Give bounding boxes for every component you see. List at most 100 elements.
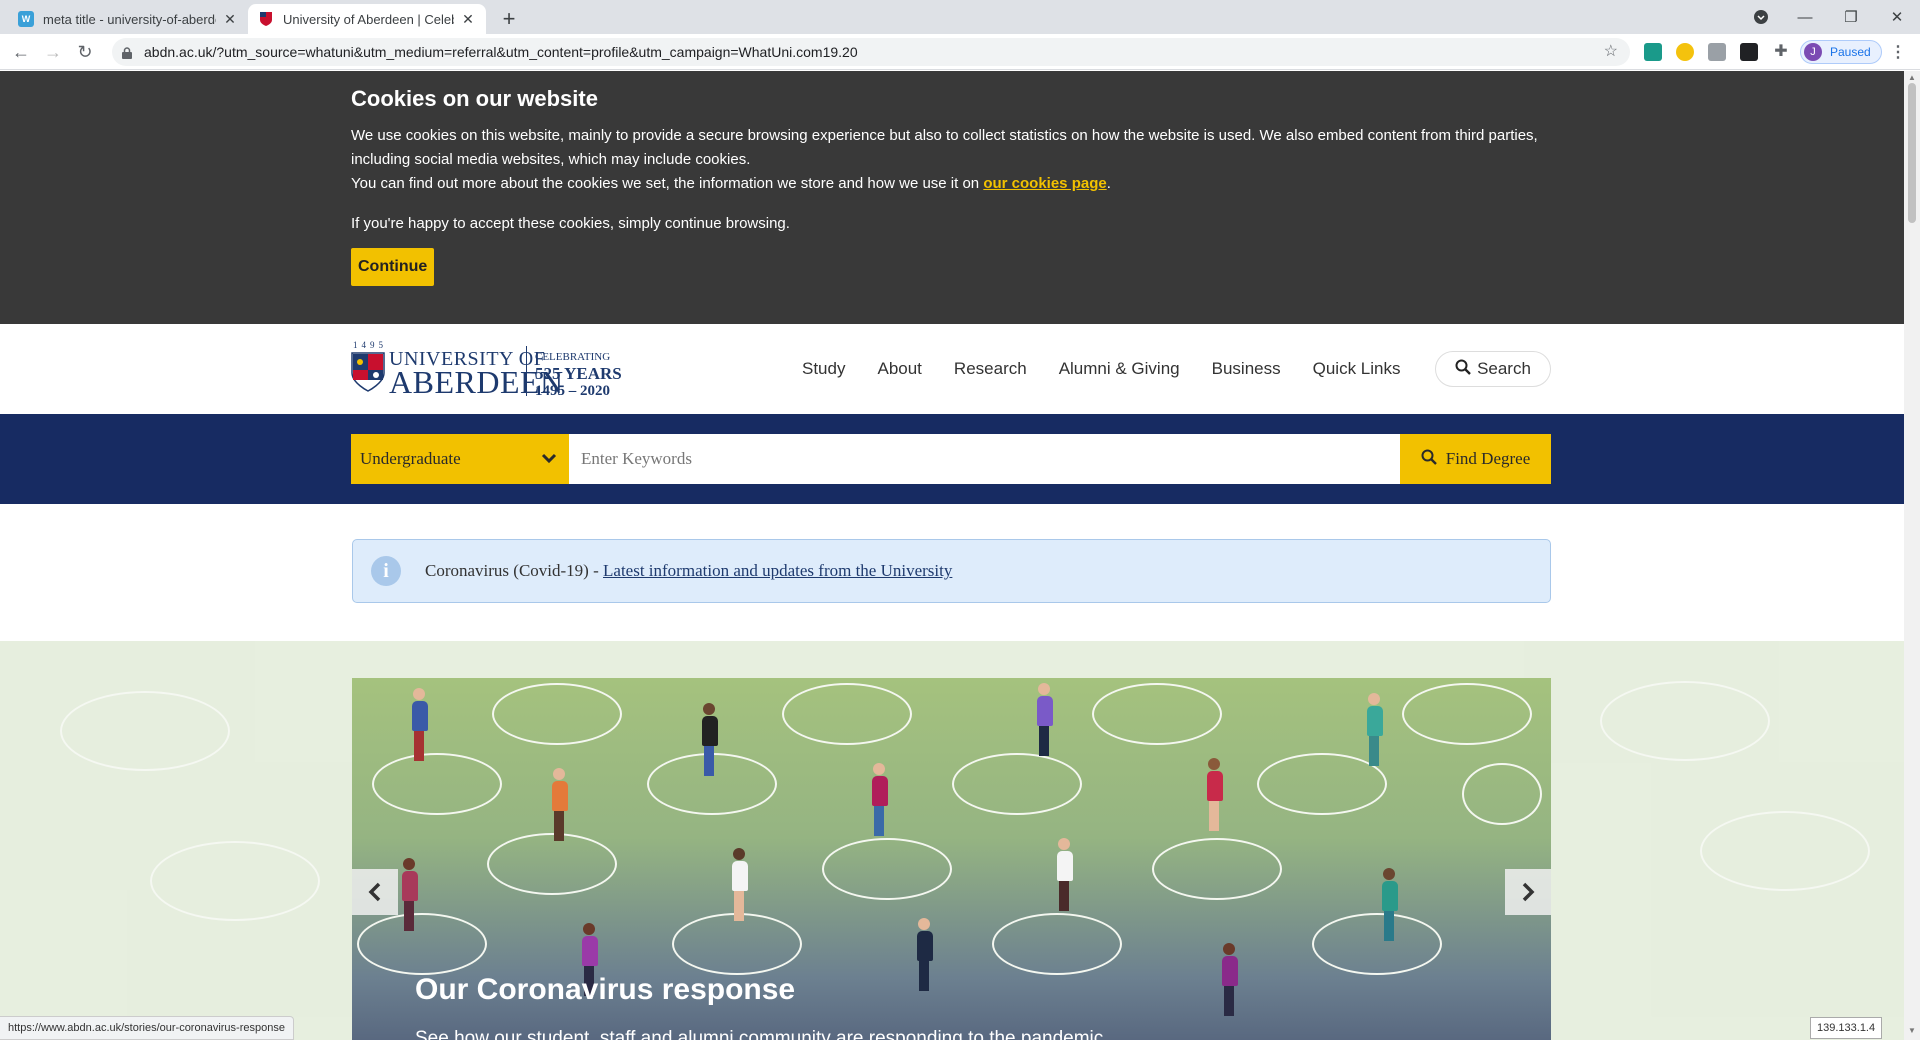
info-icon: i <box>371 556 401 586</box>
chevron-left-icon <box>368 882 381 902</box>
close-window-icon[interactable]: ✕ <box>1874 0 1920 34</box>
nav-study[interactable]: Study <box>802 359 845 379</box>
tab-search-icon[interactable] <box>1738 0 1784 34</box>
avatar: J <box>1804 43 1822 61</box>
person-figure <box>552 768 568 841</box>
hero-slide[interactable]: Our Coronavirus response See how our stu… <box>352 678 1551 1040</box>
ip-address-badge: 139.133.1.4 <box>1810 1017 1883 1039</box>
extension-icon[interactable] <box>1740 43 1758 61</box>
person-figure <box>872 763 888 836</box>
cookie-heading: Cookies on our website <box>351 86 598 111</box>
browser-tab-bar: W meta title - university-of-aberdeen ✕ … <box>0 0 1920 34</box>
background-ring <box>1700 811 1870 891</box>
university-logo[interactable]: 1495 UNIVERSITY OF ABERDEEN CELEBRATING … <box>351 340 661 399</box>
cookie-text-part: . <box>1106 175 1111 192</box>
new-tab-button[interactable]: + <box>496 6 522 32</box>
celebrating-label: CELEBRATING <box>535 351 611 363</box>
find-degree-label: Find Degree <box>1445 449 1531 468</box>
study-level-value: Undergraduate <box>360 449 461 468</box>
person-figure <box>1222 943 1238 1016</box>
carousel-prev-button[interactable] <box>352 869 398 915</box>
page-viewport: Cookies on our website We use cookies on… <box>0 71 1904 1040</box>
page-scrollbar[interactable]: ▲ ▼ <box>1904 71 1920 1040</box>
puzzle-extensions-icon[interactable]: ✚ <box>1772 43 1790 61</box>
covid-alert: i Coronavirus (Covid-19) - Latest inform… <box>352 539 1551 603</box>
link-status-bar: https://www.abdn.ac.uk/stories/our-coron… <box>0 1016 294 1040</box>
forward-icon[interactable]: → <box>40 39 66 65</box>
browser-tab-aberdeen[interactable]: University of Aberdeen | Celebrating ✕ <box>248 4 486 34</box>
degree-finder: Undergraduate Enter Keywords Find Degree <box>0 414 1904 504</box>
person-figure <box>1207 758 1223 831</box>
nav-business[interactable]: Business <box>1212 359 1281 379</box>
distance-ring <box>782 683 912 745</box>
keywords-input[interactable]: Enter Keywords <box>569 434 1400 484</box>
hero-title[interactable]: Our Coronavirus response <box>415 973 795 1007</box>
cookie-banner: Cookies on our website We use cookies on… <box>0 71 1904 324</box>
address-bar[interactable]: abdn.ac.uk/?utm_source=whatuni&utm_mediu… <box>112 38 1630 66</box>
logo-year: 1495 <box>353 340 387 350</box>
search-icon <box>1455 359 1471 380</box>
lock-icon <box>122 46 132 59</box>
cookie-text: We use cookies on this website, mainly t… <box>351 127 1538 168</box>
cookies-page-link[interactable]: our cookies page <box>983 175 1106 192</box>
browser-toolbar: ← → ↻ abdn.ac.uk/?utm_source=whatuni&utm… <box>0 34 1920 70</box>
nav-about[interactable]: About <box>877 359 921 379</box>
hero-subtitle: See how our student, staff and alumni co… <box>415 1028 1104 1040</box>
distance-ring <box>672 913 802 975</box>
distance-ring <box>1312 913 1442 975</box>
back-icon[interactable]: ← <box>8 39 34 65</box>
chevron-down-icon <box>541 453 557 464</box>
person-figure <box>412 688 428 761</box>
browser-menu-icon[interactable]: ⋮ <box>1890 42 1906 62</box>
nav-research[interactable]: Research <box>954 359 1027 379</box>
tab-title: meta title - university-of-aberdeen <box>43 11 216 27</box>
extension-icon[interactable] <box>1708 43 1726 61</box>
background-ring <box>60 691 230 771</box>
cookie-text-part: You can find out more about the cookies … <box>351 175 984 192</box>
continue-button[interactable]: Continue <box>351 248 435 286</box>
carousel-next-button[interactable] <box>1505 869 1551 915</box>
reload-icon[interactable]: ↻ <box>72 39 98 65</box>
person-figure <box>1057 838 1073 911</box>
study-level-select[interactable]: Undergraduate <box>351 434 569 484</box>
person-figure <box>1367 693 1383 766</box>
extension-icon[interactable] <box>1644 43 1662 61</box>
chevron-right-icon <box>1522 882 1535 902</box>
distance-ring <box>492 683 622 745</box>
profile-button[interactable]: J Paused <box>1800 40 1882 64</box>
person-figure <box>702 703 718 776</box>
person-figure <box>732 848 748 921</box>
close-tab-icon[interactable]: ✕ <box>460 11 476 28</box>
person-figure <box>1382 868 1398 941</box>
scroll-up-icon[interactable]: ▲ <box>1908 73 1916 82</box>
close-tab-icon[interactable]: ✕ <box>222 11 238 28</box>
background-ring <box>150 841 320 921</box>
distance-ring <box>992 913 1122 975</box>
year-range-label: 1495 – 2020 <box>535 383 610 399</box>
aberdeen-crest-icon <box>258 11 274 27</box>
anniversary-badge: CELEBRATING 525 YEARS 1495 – 2020 <box>535 349 622 399</box>
nav-alumni-giving[interactable]: Alumni & Giving <box>1059 359 1180 379</box>
background-ring <box>1600 681 1770 761</box>
restore-icon[interactable]: ❐ <box>1828 0 1874 34</box>
bookmark-star-icon[interactable]: ☆ <box>1604 41 1618 61</box>
distance-ring <box>1152 838 1282 900</box>
distance-ring <box>822 838 952 900</box>
search-button[interactable]: Search <box>1435 351 1551 387</box>
nav-quick-links[interactable]: Quick Links <box>1313 359 1401 379</box>
scrollbar-thumb[interactable] <box>1908 83 1916 223</box>
cookie-text: You can find out more about the cookies … <box>351 172 1551 196</box>
person-figure <box>917 918 933 991</box>
scroll-down-icon[interactable]: ▼ <box>1908 1026 1916 1035</box>
person-figure <box>1037 683 1053 756</box>
find-degree-button[interactable]: Find Degree <box>1400 434 1551 484</box>
minimize-icon[interactable]: — <box>1782 0 1828 34</box>
whatuni-icon: W <box>18 11 34 27</box>
browser-tab-whatuni[interactable]: W meta title - university-of-aberdeen ✕ <box>8 4 248 34</box>
extension-icon[interactable] <box>1676 43 1694 61</box>
crest-icon <box>351 352 385 392</box>
alert-text: Coronavirus (Covid-19) - Latest informat… <box>425 561 952 581</box>
covid-updates-link[interactable]: Latest information and updates from the … <box>603 561 952 580</box>
logo-divider <box>526 346 527 396</box>
distance-ring <box>1462 763 1542 825</box>
